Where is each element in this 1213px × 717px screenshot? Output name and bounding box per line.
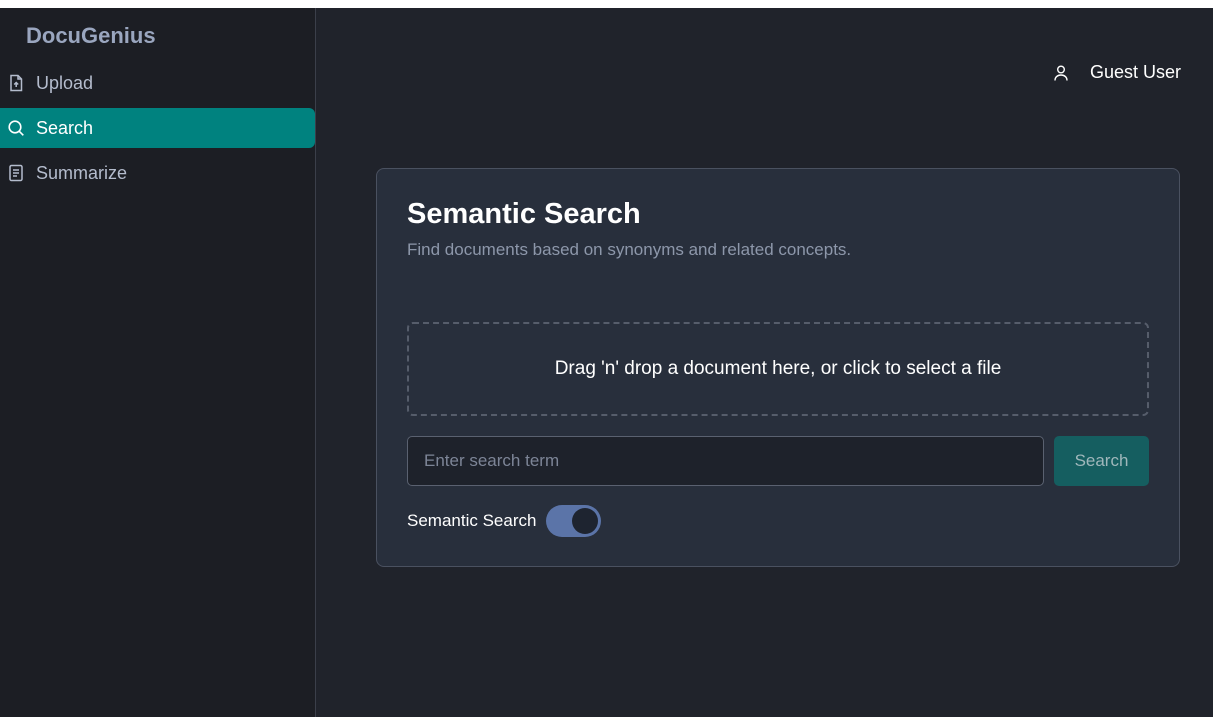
toggle-label: Semantic Search <box>407 511 537 530</box>
app-window: DocuGenius Upload Search Summarize Guest… <box>0 8 1213 717</box>
sidebar-nav: Upload Search Summarize <box>0 63 315 198</box>
search-input[interactable] <box>407 436 1044 486</box>
sidebar-item-search[interactable]: Search <box>0 108 315 148</box>
search-card: Semantic Search Find documents based on … <box>376 168 1180 567</box>
file-upload-icon <box>7 74 25 92</box>
sidebar-item-label: Upload <box>36 72 94 93</box>
card-subtitle: Find documents based on synonyms and rel… <box>407 240 852 259</box>
user-name: Guest User <box>1089 62 1181 82</box>
semantic-toggle-row: Semantic Search <box>407 505 602 537</box>
user-menu[interactable]: Guest User <box>1052 62 1181 83</box>
file-dropzone[interactable]: Drag 'n' drop a document here, or click … <box>407 322 1149 416</box>
toggle-knob <box>572 508 599 534</box>
sidebar-item-upload[interactable]: Upload <box>0 63 315 103</box>
semantic-search-toggle[interactable] <box>546 505 602 537</box>
document-icon <box>7 164 25 182</box>
brand-logo: DocuGenius <box>26 23 156 48</box>
user-icon <box>1052 64 1070 82</box>
search-button[interactable]: Search <box>1054 436 1149 486</box>
card-title: Semantic Search <box>407 198 641 230</box>
search-icon <box>7 119 25 137</box>
search-row: Search <box>407 436 1149 486</box>
dropzone-text: Drag 'n' drop a document here, or click … <box>554 358 1002 379</box>
sidebar-item-label: Summarize <box>36 162 128 183</box>
sidebar-item-summarize[interactable]: Summarize <box>0 153 315 193</box>
sidebar-item-label: Search <box>36 117 94 138</box>
sidebar: DocuGenius Upload Search Summarize <box>0 8 316 717</box>
main-content: Guest User Semantic Search Find document… <box>316 8 1213 717</box>
